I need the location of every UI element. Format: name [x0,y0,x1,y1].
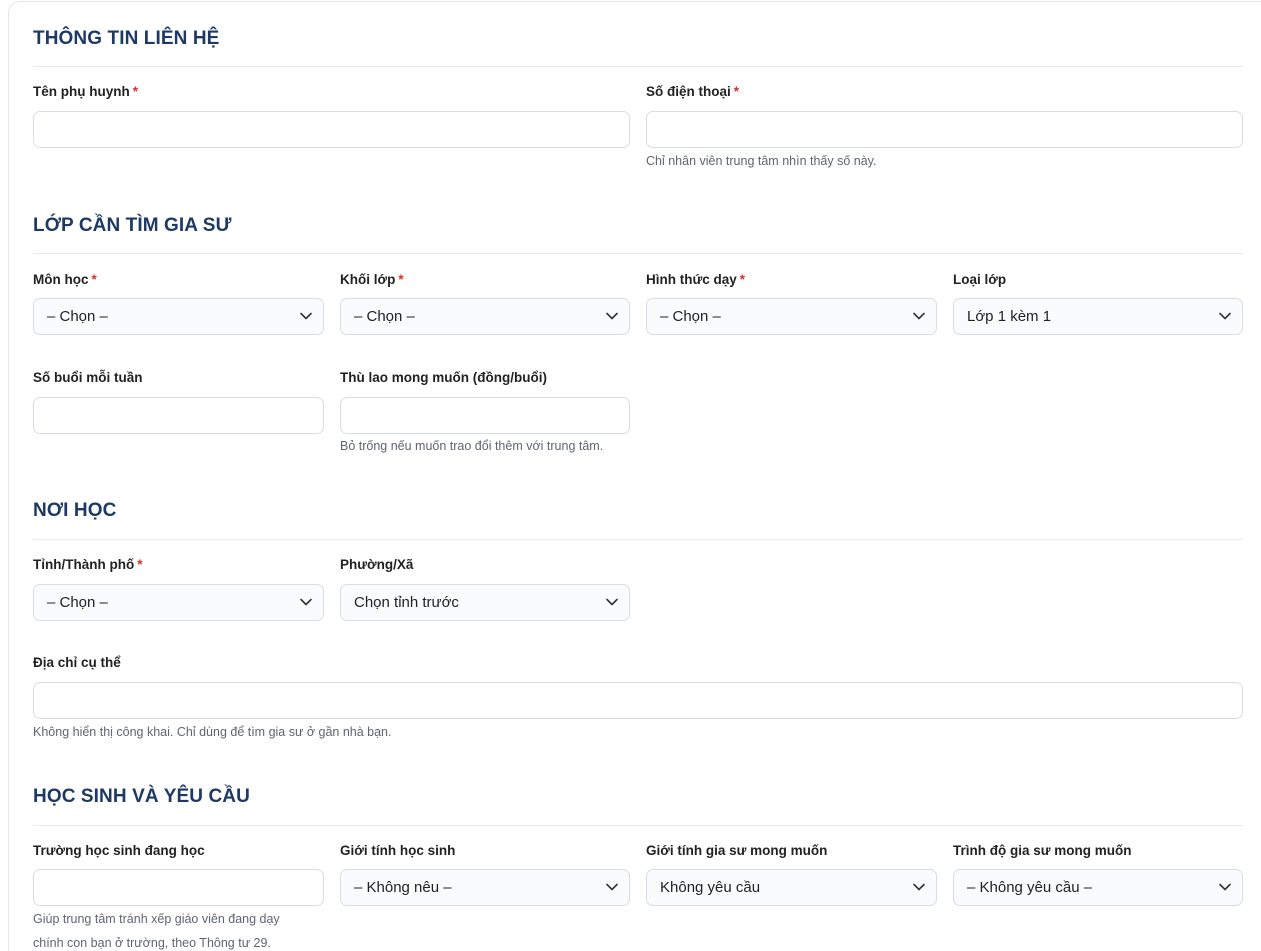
fee-input[interactable] [340,397,630,434]
school-input[interactable] [33,869,324,906]
parent-name-label: Tên phụ huynh * [33,84,139,99]
teaching-mode-select[interactable]: – Chọn – [646,298,937,335]
student-gender-select[interactable]: – Không nêu – [340,869,630,906]
section-divider [33,825,1243,826]
section-title-contact: THÔNG TIN LIÊN HỆ [33,28,220,49]
phone-input[interactable] [646,111,1243,148]
chevron-down-icon [300,598,312,606]
chevron-down-icon [913,312,925,320]
class-type-label: Loại lớp [953,272,1007,287]
fee-label: Thù lao mong muốn (đồng/buổi) [340,370,547,385]
required-mark: * [91,272,97,287]
address-label: Địa chỉ cụ thể [33,655,121,670]
sessions-label: Số buổi mỗi tuần [33,370,143,385]
school-label: Trường học sinh đang học [33,843,205,858]
chevron-down-icon [606,312,618,320]
chevron-down-icon [606,883,618,891]
chevron-down-icon [1219,312,1231,320]
sessions-input[interactable] [33,397,324,434]
grade-selected-value: – Chọn – [354,308,415,325]
tutor-level-select[interactable]: – Không yêu cầu – [953,869,1243,906]
grade-select[interactable]: – Chọn – [340,298,630,335]
province-select[interactable]: – Chọn – [33,584,324,621]
section-title-class: LỚP CẦN TÌM GIA SƯ [33,215,232,236]
student-gender-label: Giới tính học sinh [340,843,456,858]
teaching-mode-label: Hình thức dạy * [646,272,746,287]
phone-hint: Chỉ nhân viên trung tâm nhìn thấy số này… [646,154,877,168]
province-selected-value: – Chọn – [47,594,108,611]
subject-label: Môn học * [33,272,97,287]
section-divider [33,253,1243,254]
subject-selected-value: – Chọn – [47,308,108,325]
student-gender-selected-value: – Không nêu – [354,879,452,896]
parent-name-input[interactable] [33,111,630,148]
chevron-down-icon [300,312,312,320]
school-hint-line2: chính con bạn ở trường, theo Thông tư 29… [33,936,271,950]
ward-label: Phường/Xã [340,557,414,572]
required-mark: * [398,272,404,287]
teaching-mode-selected-value: – Chọn – [660,308,721,325]
chevron-down-icon [913,883,925,891]
school-hint-line1: Giúp trung tâm tránh xếp giáo viên đang … [33,912,280,926]
tutor-level-selected-value: – Không yêu cầu – [967,879,1093,896]
required-mark: * [132,84,139,99]
tutor-gender-label: Giới tính gia sư mong muốn [646,843,828,858]
class-type-select[interactable]: Lớp 1 kèm 1 [953,298,1243,335]
address-hint: Không hiển thị công khai. Chỉ dùng để tì… [33,725,392,739]
required-mark: * [733,84,740,99]
section-title-location: NƠI HỌC [33,500,117,521]
required-mark: * [739,272,746,287]
section-divider [33,539,1243,540]
grade-label: Khối lớp * [340,272,404,287]
address-input[interactable] [33,682,1243,719]
class-type-selected-value: Lớp 1 kèm 1 [967,308,1052,325]
ward-selected-value: Chọn tỉnh trước [354,594,459,611]
fee-hint: Bỏ trống nếu muốn trao đổi thêm với trun… [340,439,604,453]
province-label: Tỉnh/Thành phố * [33,557,143,572]
tutor-gender-selected-value: Không yêu cầu [660,879,761,896]
tutor-gender-select[interactable]: Không yêu cầu [646,869,937,906]
chevron-down-icon [1219,883,1231,891]
ward-select[interactable]: Chọn tỉnh trước [340,584,630,621]
tutor-level-label: Trình độ gia sư mong muốn [953,843,1132,858]
phone-label: Số điện thoại * [646,84,740,99]
chevron-down-icon [606,598,618,606]
required-mark: * [137,557,143,572]
section-divider [33,66,1243,67]
subject-select[interactable]: – Chọn – [33,298,324,335]
section-title-student: HỌC SINH VÀ YÊU CẦU [33,786,250,807]
